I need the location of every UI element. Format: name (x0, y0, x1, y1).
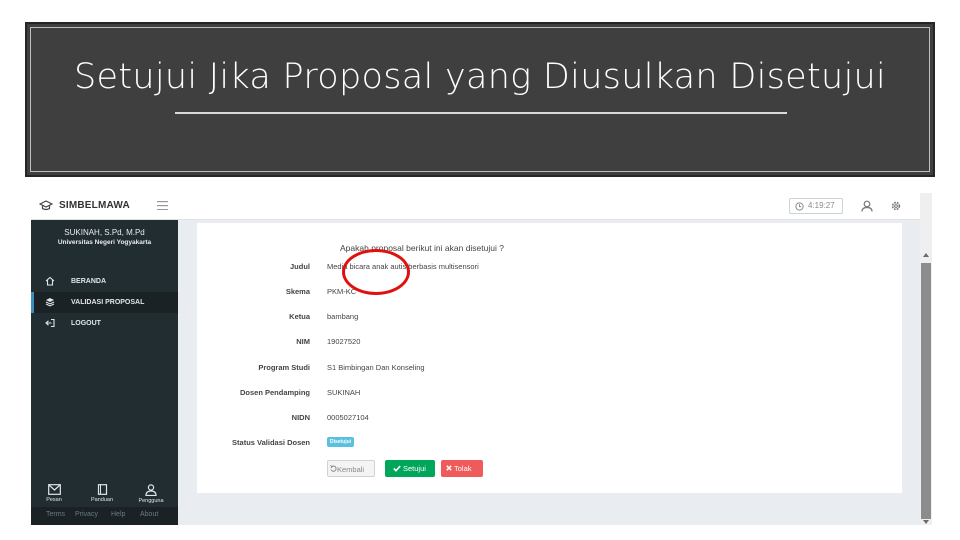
gear-icon[interactable] (890, 200, 902, 212)
vertical-scrollbar[interactable] (920, 193, 932, 525)
pesan-label: Pesan (46, 497, 62, 503)
field-program-studi: Program Studi S1 Bimbingan Dan Konseling (197, 363, 902, 375)
pengguna-label: Pengguna (138, 498, 164, 504)
sidebar-nav: BERANDA VALIDASI PROPOSAL LOGOUT (31, 271, 178, 334)
brand-name: SIMBELMAWA (59, 200, 130, 211)
field-label: Dosen Pendamping (239, 388, 310, 397)
sidebar-bottom-actions: Pesan Panduan Pengguna (31, 484, 178, 506)
field-value: S1 Bimbingan Dan Konseling (327, 363, 425, 372)
top-bar: 4:19:27 (178, 193, 932, 220)
scroll-up-arrow[interactable] (923, 253, 929, 257)
field-value: 19027520 (327, 337, 361, 346)
field-nidn: NIDN 0005027104 (197, 413, 902, 425)
user-university: Universitas Negeri Yogyakarta (57, 239, 152, 246)
sidebar-item-label: VALIDASI PROPOSAL (71, 299, 145, 306)
clock-time: 4:19:27 (808, 201, 835, 210)
panduan-button[interactable]: Panduan (82, 484, 122, 503)
undo-icon (330, 465, 337, 472)
approve-button[interactable]: Setujui (385, 460, 435, 477)
about-link[interactable]: About (140, 511, 158, 518)
help-link[interactable]: Help (111, 511, 125, 518)
field-label: Status Validasi Dosen (232, 438, 310, 447)
home-icon (45, 276, 55, 286)
app-screenshot: SIMBELMAWA SUKINAH, S.Pd, M.Pd Universit… (31, 193, 932, 525)
field-label: Judul (290, 262, 310, 271)
user-profile-icon[interactable] (861, 200, 873, 212)
pesan-button[interactable]: Pesan (34, 484, 74, 503)
sidebar-item-label: LOGOUT (71, 320, 101, 327)
brand-bar: SIMBELMAWA (31, 193, 178, 220)
banner-frame (30, 27, 930, 172)
slide-banner: Setujui Jika Proposal yang Diusulkan Dis… (25, 22, 935, 177)
slide-title: Setujui Jika Proposal yang Diusulkan Dis… (73, 57, 887, 97)
sidebar-item-beranda[interactable]: BERANDA (31, 271, 178, 292)
back-button-label: Kembali (337, 465, 365, 474)
page-footer (178, 507, 920, 525)
sidebar-item-logout[interactable]: LOGOUT (31, 313, 178, 334)
terms-link[interactable]: Terms (46, 511, 65, 518)
graduation-cap-icon (39, 200, 53, 211)
book-icon (97, 484, 107, 495)
sidebar-item-label: BERANDA (71, 278, 106, 285)
clock-icon (795, 202, 804, 211)
user-icon (145, 484, 157, 496)
panduan-label: Panduan (90, 497, 114, 503)
back-button[interactable]: Kembali (327, 460, 375, 477)
field-dosen-pendamping: Dosen Pendamping SUKINAH (197, 388, 902, 400)
field-label: Ketua (289, 312, 310, 321)
scroll-down-arrow[interactable] (923, 520, 929, 524)
check-icon (393, 465, 401, 472)
title-underline (175, 112, 787, 114)
field-label: Program Studi (258, 363, 310, 372)
sidebar-footer-links: Terms Privacy Help About (31, 507, 178, 525)
field-label: NIM (296, 337, 310, 346)
field-value: bambang (327, 312, 359, 321)
envelope-icon (47, 484, 61, 495)
privacy-link[interactable]: Privacy (75, 511, 98, 518)
logout-icon (45, 318, 55, 328)
session-clock: 4:19:27 (789, 198, 843, 214)
field-value: 0005027104 (327, 413, 369, 422)
close-icon (446, 465, 452, 471)
field-label: Skema (285, 287, 310, 296)
sidebar-item-validasi-proposal[interactable]: VALIDASI PROPOSAL (31, 292, 178, 313)
status-badge: Disetujui (327, 437, 355, 447)
reject-button[interactable]: Tolak (441, 460, 483, 477)
field-judul: Judul Media bicara anak autis berbasis m… (197, 262, 902, 274)
field-skema: Skema PKM-KC (197, 287, 902, 299)
field-nim: NIM 19027520 (197, 337, 902, 349)
scroll-thumb[interactable] (921, 263, 931, 519)
hamburger-menu-icon[interactable] (157, 201, 168, 210)
layers-icon (45, 298, 55, 307)
user-name: SUKINAH, S.Pd, M.Pd (64, 228, 145, 237)
validation-panel: Apakah proposal berikut ini akan disetuj… (197, 223, 902, 493)
highlight-circle (342, 249, 410, 295)
pengguna-button[interactable]: Pengguna (131, 484, 171, 504)
sidebar: SIMBELMAWA SUKINAH, S.Pd, M.Pd Universit… (31, 193, 178, 525)
field-value: SUKINAH (327, 388, 361, 397)
field-status-validasi: Status Validasi Dosen Disetujui (197, 437, 902, 450)
approve-button-label: Setujui (403, 464, 426, 473)
field-label: NIDN (291, 413, 310, 422)
reject-button-label: Tolak (454, 464, 472, 473)
field-ketua: Ketua bambang (197, 312, 902, 324)
